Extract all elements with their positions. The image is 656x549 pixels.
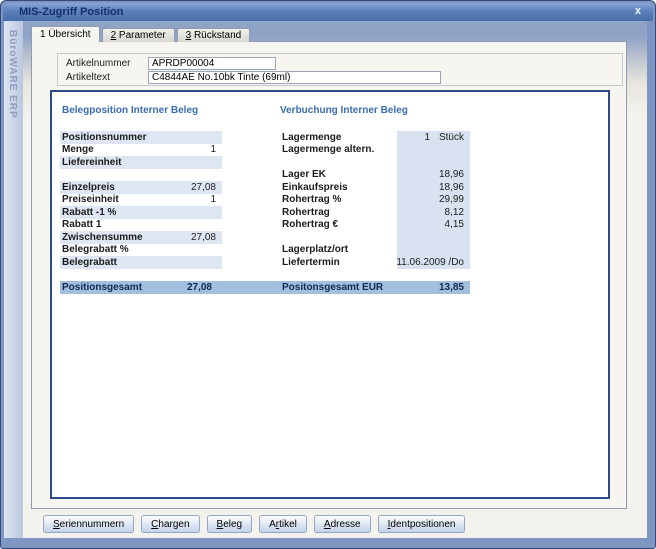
detail-row: Belegrabatt %	[60, 244, 222, 257]
total-right-value: 13,85	[390, 281, 464, 294]
row-value: 8,12	[445, 207, 464, 218]
detail-row: Liefereinheit	[60, 156, 222, 169]
action-button[interactable]: Artikel	[259, 515, 307, 533]
total-left-value: 27,08	[150, 281, 212, 294]
artikeltext-input[interactable]	[148, 71, 441, 84]
row-label: Einkaufspreis	[282, 182, 439, 193]
row-value: 18,96	[439, 182, 464, 193]
article-groupbox: Artikelnummer Artikeltext	[57, 53, 623, 86]
row-label: Zwischensumme	[62, 232, 191, 243]
row-label: Rabatt 1	[62, 219, 216, 230]
detail-row: Belegrabatt	[60, 256, 222, 269]
button-label: Artikel	[269, 519, 297, 530]
action-button[interactable]: Identpositionen	[378, 515, 466, 533]
window-title: MIS-Zugriff Position	[19, 3, 123, 21]
row-label: Rohertrag	[282, 207, 445, 218]
detail-row: Lager EK 18,96	[280, 169, 470, 182]
row-value: 1	[210, 144, 216, 155]
action-button-bar: Seriennummern Chargen Beleg Artikel Adre…	[43, 515, 465, 533]
brand-sidebar: BüroWARE ERP	[4, 21, 23, 538]
row-label: Lagerplatz/ort	[282, 244, 464, 255]
row-label: Menge	[62, 144, 210, 155]
artikelnummer-label: Artikelnummer	[66, 58, 130, 69]
row-label: Preiseinheit	[62, 194, 210, 205]
row-value: 27,08	[191, 182, 216, 193]
row-unit: Stück	[430, 132, 464, 143]
row-label: Rohertrag %	[282, 194, 439, 205]
detail-row: Rohertrag 8,12	[280, 206, 470, 219]
row-label: Rabatt -1 %	[62, 207, 216, 218]
row-label: Belegrabatt %	[62, 244, 216, 255]
artikelnummer-input[interactable]	[148, 57, 276, 70]
detail-row: Liefertermin 11.06.2009 /Do	[280, 256, 470, 269]
left-column-header: Belegposition Interner Beleg	[62, 105, 198, 116]
total-right-label: Positonsgesamt EUR	[282, 281, 383, 294]
detail-row	[280, 156, 470, 169]
tab[interactable]: 2 Parameter	[102, 28, 175, 42]
row-label: Lagermenge altern.	[282, 144, 464, 155]
brand-text: BüroWARE ERP	[7, 30, 18, 119]
tab[interactable]: 3 Rückstand	[177, 28, 251, 42]
detail-row: Positionsnummer	[60, 131, 222, 144]
detail-row: Einzelpreis 27,08	[60, 181, 222, 194]
detail-row: Rohertrag € 4,15	[280, 219, 470, 232]
window-titlebar[interactable]: MIS-Zugriff Position x	[3, 3, 653, 21]
detail-row: Preiseinheit 1	[60, 194, 222, 207]
tab-panel-uebersicht: Artikelnummer Artikeltext Belegposition …	[31, 41, 627, 509]
row-value: 11.06.2009 /Do	[396, 257, 464, 268]
row-label: Einzelpreis	[62, 182, 191, 193]
action-button[interactable]: Beleg	[207, 515, 253, 533]
button-label: Chargen	[151, 519, 189, 530]
row-value: 27,08	[191, 232, 216, 243]
detail-row: Rohertrag % 29,99	[280, 194, 470, 207]
position-detail-panel: Belegposition Interner Beleg Verbuchung …	[50, 90, 610, 499]
detail-row: Lagermenge altern.	[280, 144, 470, 157]
button-label: Identpositionen	[388, 519, 456, 530]
app-window: MIS-Zugriff Position x BüroWARE ERP 1 Üb…	[0, 0, 656, 549]
tab-label: 3 Rückstand	[186, 30, 242, 41]
row-label: Positionsnummer	[62, 132, 216, 143]
action-button[interactable]: Seriennummern	[43, 515, 134, 533]
detail-row: Lagermenge 1 Stück	[280, 131, 470, 144]
window-body: BüroWARE ERP 1 Übersicht 2 Parameter 3 R…	[4, 21, 647, 538]
right-column-rows: Lagermenge 1 Stück Lagermenge altern.	[280, 131, 470, 269]
row-value: 29,99	[439, 194, 464, 205]
button-label: Beleg	[217, 519, 243, 530]
action-button[interactable]: Adresse	[314, 515, 371, 533]
row-value: 4,15	[445, 219, 464, 230]
tab-label: 1 Übersicht	[40, 29, 91, 40]
tab-bar: 1 Übersicht 2 Parameter 3 Rückstand	[31, 26, 252, 42]
detail-row: Menge 1	[60, 144, 222, 157]
row-value: 18,96	[439, 169, 464, 180]
button-label: Adresse	[324, 519, 361, 530]
row-label: Belegrabatt	[62, 257, 216, 268]
left-column-rows: Positionsnummer Menge 1 Liefereinheit	[60, 131, 222, 269]
right-column-header: Verbuchung Interner Beleg	[280, 105, 408, 116]
detail-row: Lagerplatz/ort	[280, 244, 470, 257]
detail-row: Rabatt 1	[60, 219, 222, 232]
row-label: Lagermenge	[282, 132, 424, 143]
detail-row	[60, 169, 222, 182]
detail-row: Zwischensumme 27,08	[60, 231, 222, 244]
detail-row: Einkaufspreis 18,96	[280, 181, 470, 194]
artikeltext-label: Artikeltext	[66, 72, 110, 83]
action-button[interactable]: Chargen	[141, 515, 199, 533]
row-label: Liefertermin	[282, 257, 396, 268]
close-icon[interactable]: x	[635, 3, 641, 20]
tab[interactable]: 1 Übersicht	[31, 26, 100, 42]
detail-row: Rabatt -1 %	[60, 206, 222, 219]
total-left-label: Positionsgesamt	[62, 281, 142, 294]
row-label: Rohertrag €	[282, 219, 445, 230]
totals-row: Positionsgesamt 27,08 Positonsgesamt EUR…	[60, 281, 470, 294]
row-label: Liefereinheit	[62, 157, 216, 168]
detail-row	[280, 231, 470, 244]
row-label: Lager EK	[282, 169, 439, 180]
tab-label: 2 Parameter	[111, 30, 166, 41]
row-value: 1	[210, 194, 216, 205]
button-label: Seriennummern	[53, 519, 124, 530]
